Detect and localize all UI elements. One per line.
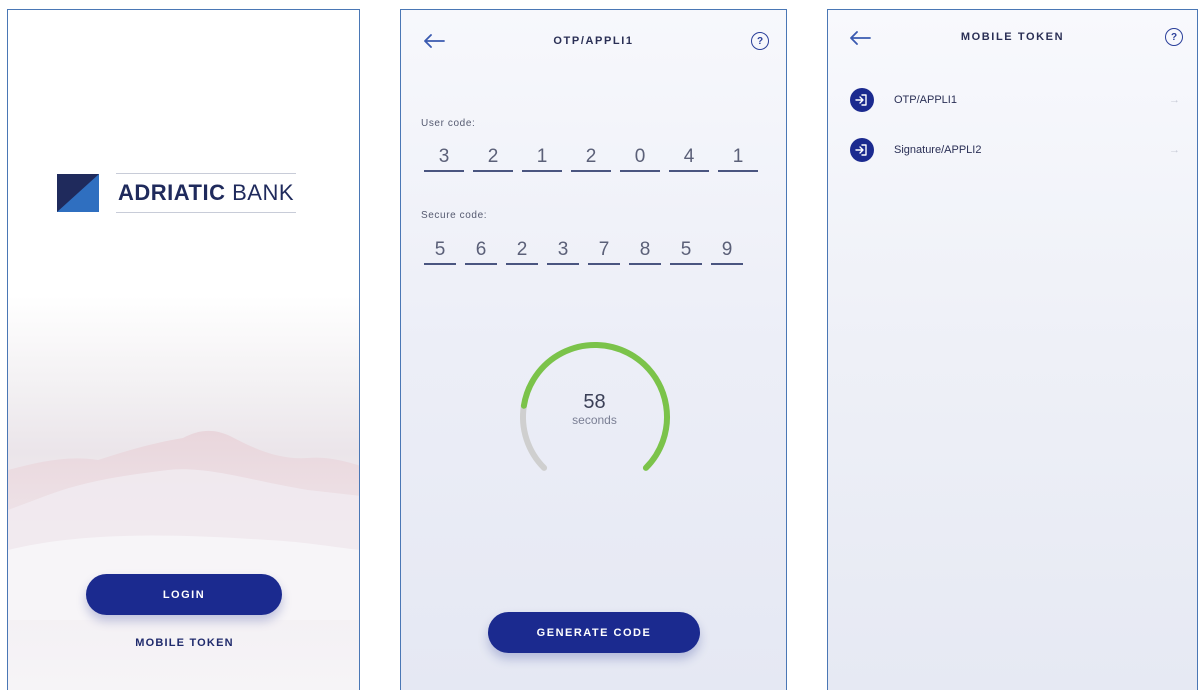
code-digit: 4: [669, 146, 709, 172]
secure-code-field: 56237859: [424, 239, 752, 265]
code-digit: 7: [588, 239, 620, 265]
code-digit: 0: [620, 146, 660, 172]
page-title: OTP/APPLI1: [553, 35, 634, 47]
code-digit: 5: [424, 239, 456, 265]
help-icon[interactable]: ?: [751, 32, 769, 50]
timer-value: 58: [583, 391, 606, 413]
otp-screen: OTP/APPLI1 ? User code: 3212041 Secure c…: [400, 9, 787, 690]
login-arrow-icon: [850, 88, 874, 112]
list-item-otp[interactable]: OTP/APPLI1 →: [850, 85, 1180, 115]
code-digit: 2: [506, 239, 538, 265]
login-button[interactable]: LOGIN: [86, 574, 282, 615]
logo-text: ADRIATIC BANK: [116, 173, 297, 213]
generate-code-button[interactable]: GENERATE CODE: [488, 612, 700, 653]
code-digit: 3: [547, 239, 579, 265]
code-digit: 3: [424, 146, 464, 172]
secure-code-label: Secure code:: [421, 210, 488, 221]
code-digit: 5: [670, 239, 702, 265]
user-code-label: User code:: [421, 118, 476, 129]
code-digit: 6: [465, 239, 497, 265]
code-digit: 2: [473, 146, 513, 172]
list-item-signature[interactable]: Signature/APPLI2 →: [850, 135, 1180, 165]
login-arrow-icon: [850, 138, 874, 162]
page-title: MOBILE TOKEN: [960, 31, 1065, 43]
mobile-token-screen: MOBILE TOKEN ? OTP/APPLI1 → Signature/AP…: [827, 9, 1198, 690]
user-code-field: 3212041: [424, 146, 767, 172]
list-item-label: Signature/APPLI2: [894, 144, 982, 156]
help-icon[interactable]: ?: [1165, 28, 1183, 46]
chevron-right-icon: →: [1169, 94, 1180, 106]
code-digit: 1: [718, 146, 758, 172]
timer-unit: seconds: [572, 413, 617, 427]
code-digit: 9: [711, 239, 743, 265]
chevron-right-icon: →: [1169, 144, 1180, 156]
code-digit: 8: [629, 239, 661, 265]
code-digit: 2: [571, 146, 611, 172]
adriatic-bank-logo: ADRIATIC BANK: [57, 173, 297, 213]
logo-mark-icon: [57, 174, 99, 212]
list-item-label: OTP/APPLI1: [894, 94, 957, 106]
login-screen: ADRIATIC BANK LOGIN MOBILE TOKEN: [7, 9, 360, 690]
mobile-token-link[interactable]: MOBILE TOKEN: [8, 637, 359, 649]
code-digit: 1: [522, 146, 562, 172]
